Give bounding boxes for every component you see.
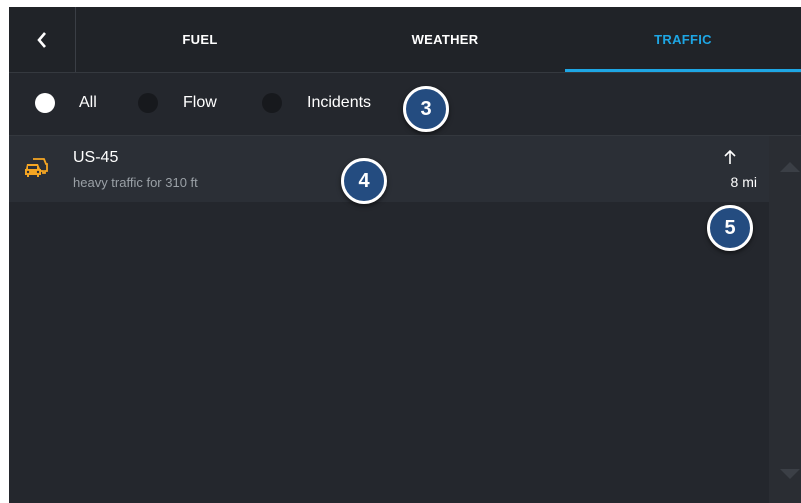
callout-badge-3: 3 [403, 86, 449, 132]
back-button[interactable] [9, 7, 76, 72]
scroll-up-arrow-icon[interactable] [780, 162, 800, 172]
tab-weather-label: WEATHER [411, 32, 479, 47]
tab-fuel[interactable]: FUEL [75, 7, 325, 72]
tab-traffic-label: TRAFFIC [654, 32, 712, 47]
callout-badge-5: 5 [707, 205, 753, 251]
radio-all-label[interactable]: All [79, 93, 97, 113]
road-name: US-45 [73, 149, 119, 166]
tab-bar: FUEL WEATHER TRAFFIC [9, 7, 801, 73]
radio-incidents-label[interactable]: Incidents [307, 93, 371, 113]
radio-flow-label[interactable]: Flow [183, 93, 217, 113]
radio-flow[interactable] [138, 93, 158, 113]
scrollbar[interactable] [769, 136, 801, 503]
tab-weather[interactable]: WEATHER [325, 7, 565, 72]
callout-badge-4: 4 [341, 158, 387, 204]
traffic-screen: FUEL WEATHER TRAFFIC All Flow Incidents … [9, 7, 801, 503]
traffic-cars-icon [25, 158, 48, 177]
north-arrow-icon [724, 149, 736, 164]
scroll-down-arrow-icon[interactable] [780, 469, 800, 479]
radio-all[interactable] [35, 93, 55, 113]
tab-traffic[interactable]: TRAFFIC [565, 7, 801, 72]
chevron-left-icon [37, 31, 46, 48]
distance-value: 8 mi [730, 174, 757, 190]
traffic-list-item[interactable]: US-45 heavy traffic for 310 ft 8 mi [9, 136, 769, 202]
active-tab-indicator [565, 69, 801, 72]
traffic-description: heavy traffic for 310 ft [73, 175, 198, 190]
tab-fuel-label: FUEL [182, 32, 218, 47]
radio-incidents[interactable] [262, 93, 282, 113]
